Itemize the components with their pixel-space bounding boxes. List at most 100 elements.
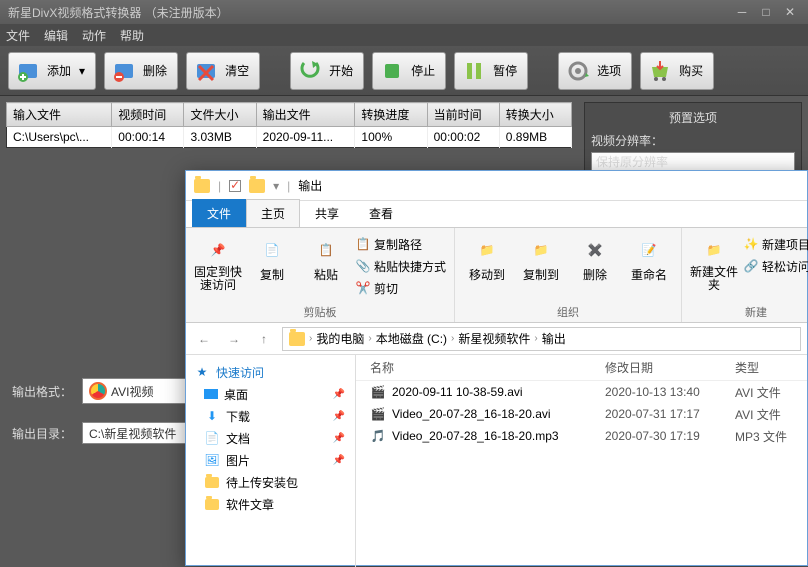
- menubar: 文件 编辑 动作 帮助: [0, 24, 808, 46]
- star-icon: ★: [194, 365, 210, 379]
- copy-button[interactable]: 📄复制: [248, 232, 296, 283]
- desktop-icon: [204, 389, 218, 399]
- ribbon: 📌固定到快速访问 📄复制 📋粘贴 📋复制路径 📎粘贴快捷方式 ✂️剪切 剪贴板 …: [186, 227, 807, 323]
- delete-exp-button[interactable]: ✖️删除: [571, 232, 619, 283]
- table-row[interactable]: C:\Users\pc\... 00:00:14 3.03MB 2020-09-…: [7, 127, 572, 148]
- delete-button[interactable]: 删除: [104, 52, 178, 90]
- pin-icon: 📌: [333, 389, 345, 400]
- options-button[interactable]: 选项: [558, 52, 632, 90]
- menu-help[interactable]: 帮助: [120, 27, 144, 44]
- sidebar-pending[interactable]: 待上传安装包: [190, 471, 351, 493]
- moveto-button[interactable]: 📁移动到: [463, 232, 511, 283]
- output-format-label: 输出格式：: [12, 383, 82, 400]
- sidebar-downloads[interactable]: ⬇下载📌: [190, 405, 351, 427]
- checkbox-icon[interactable]: ✓: [229, 180, 241, 192]
- maximize-button[interactable]: □: [756, 4, 776, 20]
- sidebar-documents[interactable]: 📄文档📌: [190, 427, 351, 449]
- th-size[interactable]: 文件大小: [184, 103, 256, 127]
- pin-button[interactable]: 📌固定到快速访问: [194, 232, 242, 292]
- organize-group-label: 组织: [463, 302, 673, 320]
- folder-icon: [205, 499, 219, 510]
- start-button[interactable]: 开始: [290, 52, 364, 90]
- th-output[interactable]: 输出文件: [256, 103, 355, 127]
- download-icon: ⬇: [204, 409, 220, 423]
- sidebar-quick-access[interactable]: ★快速访问: [190, 361, 351, 383]
- picture-icon: 🖼: [204, 453, 220, 467]
- stop-button[interactable]: 停止: [372, 52, 446, 90]
- th-convsize[interactable]: 转换大小: [499, 103, 571, 127]
- menu-edit[interactable]: 编辑: [44, 27, 68, 44]
- sidebar-desktop[interactable]: 桌面📌: [190, 383, 351, 405]
- file-row[interactable]: 🎵Video_20-07-28_16-18-20.mp32020-07-30 1…: [356, 425, 807, 447]
- buy-button[interactable]: 购买: [640, 52, 714, 90]
- th-input[interactable]: 输入文件: [7, 103, 112, 127]
- video-res-select[interactable]: 保持原分辨率: [591, 152, 795, 172]
- copyto-button[interactable]: 📁复制到: [517, 232, 565, 283]
- output-format-select[interactable]: AVI视频: [82, 378, 202, 404]
- rename-button[interactable]: 📝重命名: [625, 232, 673, 283]
- video-res-label: 视频分辨率：: [591, 132, 795, 149]
- paste-shortcut-button[interactable]: 📎粘贴快捷方式: [356, 256, 446, 276]
- th-duration[interactable]: 视频时间: [112, 103, 184, 127]
- forward-button[interactable]: →: [222, 327, 246, 351]
- cut-button[interactable]: ✂️剪切: [356, 278, 446, 298]
- conversion-table: 输入文件 视频时间 文件大小 输出文件 转换进度 当前时间 转换大小 C:\Us…: [6, 102, 572, 148]
- app-titlebar: 新星DivX视频格式转换器 （未注册版本） ─ □ ✕: [0, 0, 808, 24]
- explorer-window: | ✓ ▾ | 输出 文件 主页 共享 查看 📌固定到快速访问 📄复制 📋粘贴 …: [185, 170, 808, 566]
- preset-title: 预置选项: [591, 109, 795, 126]
- app-title: 新星DivX视频格式转换器 （未注册版本）: [8, 4, 229, 21]
- col-type[interactable]: 类型: [735, 359, 759, 376]
- easyaccess-button[interactable]: 🔗轻松访问▾: [744, 256, 808, 276]
- video-icon: 🎬: [370, 384, 386, 400]
- file-list: 名称 修改日期 类型 🎬2020-09-11 10-38-59.avi2020-…: [356, 355, 807, 567]
- audio-icon: 🎵: [370, 428, 386, 444]
- video-icon: 🎬: [370, 406, 386, 422]
- explorer-sidebar: ★快速访问 桌面📌 ⬇下载📌 📄文档📌 🖼图片📌 待上传安装包 软件文章: [186, 355, 356, 567]
- new-group-label: 新建: [690, 302, 808, 320]
- document-icon: 📄: [204, 431, 220, 445]
- minimize-button[interactable]: ─: [732, 4, 752, 20]
- explorer-title: 输出: [298, 177, 322, 194]
- sidebar-articles[interactable]: 软件文章: [190, 493, 351, 515]
- pin-icon: 📌: [333, 433, 345, 444]
- tab-home[interactable]: 主页: [246, 199, 300, 227]
- clipboard-group-label: 剪贴板: [194, 302, 446, 320]
- toolbar: 添加▾ 删除 清空 开始 停止 暂停 选项 购买: [0, 46, 808, 96]
- close-button[interactable]: ✕: [780, 4, 800, 20]
- tab-share[interactable]: 共享: [300, 199, 354, 227]
- pause-button[interactable]: 暂停: [454, 52, 528, 90]
- add-button[interactable]: 添加▾: [8, 52, 96, 90]
- newfolder-button[interactable]: 📁新建文件夹: [690, 232, 738, 292]
- format-icon: [89, 382, 107, 400]
- tab-file[interactable]: 文件: [192, 199, 246, 227]
- preset-panel: 预置选项 视频分辨率： 保持原分辨率: [584, 102, 802, 179]
- th-curtime[interactable]: 当前时间: [427, 103, 499, 127]
- back-button[interactable]: ←: [192, 327, 216, 351]
- address-bar: ← → ↑ › 我的电脑› 本地磁盘 (C:)› 新星视频软件› 输出: [186, 323, 807, 355]
- newitem-button[interactable]: ✨新建项目▾: [744, 234, 808, 254]
- menu-action[interactable]: 动作: [82, 27, 106, 44]
- breadcrumb[interactable]: › 我的电脑› 本地磁盘 (C:)› 新星视频软件› 输出: [282, 327, 801, 351]
- file-row[interactable]: 🎬2020-09-11 10-38-59.avi2020-10-13 13:40…: [356, 381, 807, 403]
- pin-icon: 📌: [333, 411, 345, 422]
- sidebar-pictures[interactable]: 🖼图片📌: [190, 449, 351, 471]
- paste-button[interactable]: 📋粘贴: [302, 232, 350, 283]
- file-list-header: 名称 修改日期 类型: [356, 355, 807, 381]
- folder-icon: [289, 332, 305, 346]
- output-dir-label: 输出目录：: [12, 425, 82, 442]
- up-button[interactable]: ↑: [252, 327, 276, 351]
- copy-path-button[interactable]: 📋复制路径: [356, 234, 446, 254]
- th-progress[interactable]: 转换进度: [355, 103, 427, 127]
- col-date[interactable]: 修改日期: [605, 359, 735, 376]
- file-row[interactable]: 🎬Video_20-07-28_16-18-20.avi2020-07-31 1…: [356, 403, 807, 425]
- explorer-titlebar: | ✓ ▾ | 输出: [186, 171, 807, 201]
- pin-icon: 📌: [333, 455, 345, 466]
- folder-icon: [194, 179, 210, 193]
- ribbon-tabs: 文件 主页 共享 查看: [186, 201, 807, 227]
- col-name[interactable]: 名称: [370, 359, 605, 376]
- folder-icon: [205, 477, 219, 488]
- tab-view[interactable]: 查看: [354, 199, 408, 227]
- menu-file[interactable]: 文件: [6, 27, 30, 44]
- output-dir-input[interactable]: C:\新星视频软件: [82, 422, 202, 444]
- clear-button[interactable]: 清空: [186, 52, 260, 90]
